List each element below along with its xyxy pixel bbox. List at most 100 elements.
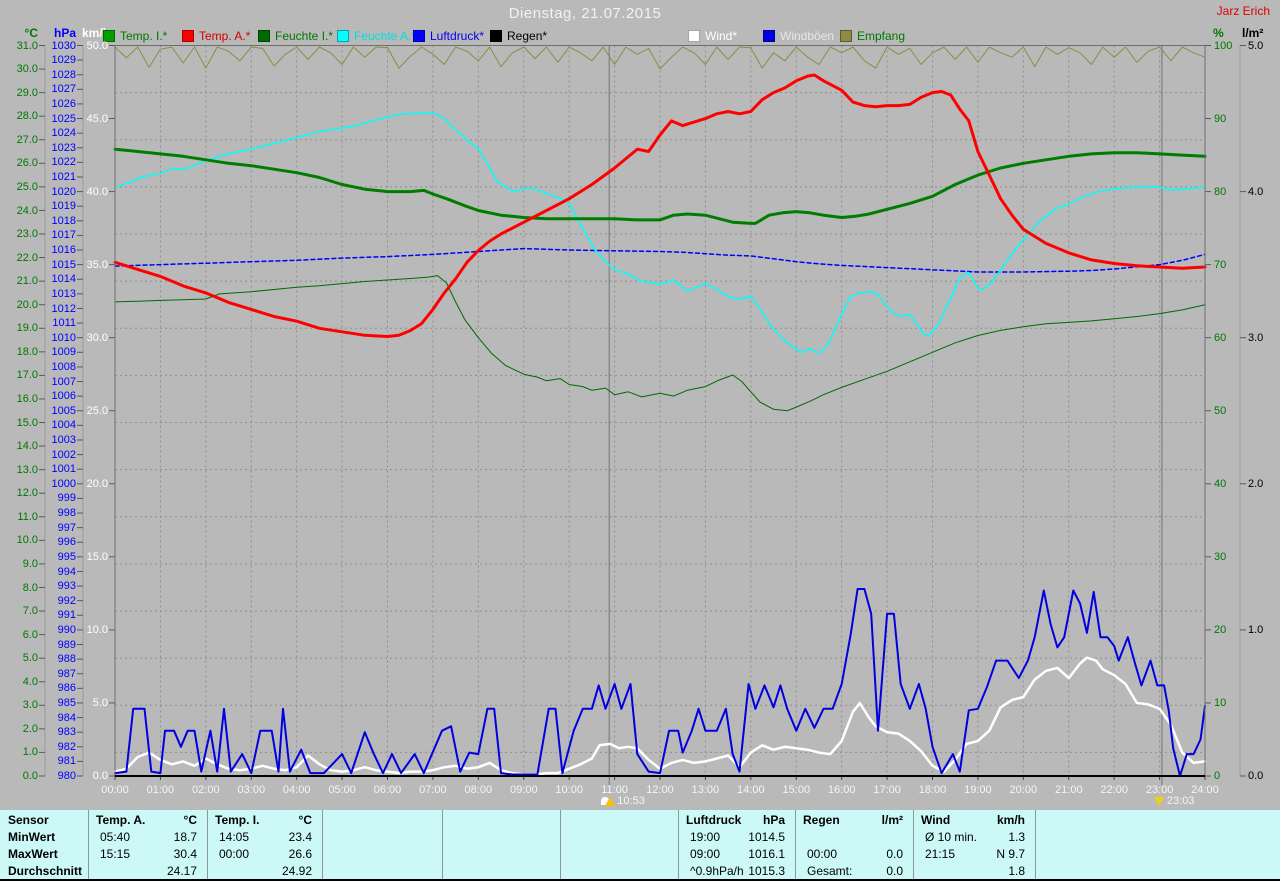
- x-tick-label: 10:00: [555, 784, 583, 796]
- legend-item-windb-en[interactable]: Windböen: [763, 29, 834, 43]
- weather-chart-app: Dienstag, 21.07.2015 Jarz Erich °C hPa km/…: [0, 0, 1280, 881]
- tick-label-temp: 0.0: [22, 770, 38, 782]
- legend-item-feuchte-i-[interactable]: Feuchte I.*: [258, 29, 333, 43]
- tick-label-speed: 40.0: [86, 185, 108, 198]
- tick-label-percent: 40: [1214, 477, 1227, 490]
- table-cell-value: 18.7: [173, 830, 197, 844]
- table-divider: [1035, 810, 1036, 879]
- legend-item-regen-[interactable]: Regen*: [490, 29, 547, 43]
- table-cell-value: 30.4: [173, 847, 197, 861]
- x-tick-label: 14:00: [737, 784, 765, 796]
- tick-label-temp: 26.0: [16, 157, 38, 170]
- x-tick-label: 12:00: [646, 784, 674, 796]
- tick-label-temp: 16.0: [16, 393, 38, 405]
- table-divider: [88, 810, 89, 879]
- tick-label-temp: 27.0: [16, 133, 38, 146]
- x-tick-label: 01:00: [146, 784, 175, 796]
- tick-label-percent: 70: [1214, 258, 1227, 271]
- table-cell-value: 0.0: [886, 847, 903, 861]
- x-tick-label: 06:00: [373, 784, 402, 796]
- legend-label: Empfang: [857, 29, 906, 43]
- tick-label-pressure: 1003: [51, 434, 76, 446]
- table-cell-value: 0.0: [886, 864, 903, 878]
- table-divider: [795, 810, 796, 879]
- chart-plot[interactable]: [0, 0, 1280, 810]
- table-cell-value: N 9.7: [996, 847, 1025, 861]
- legend-item-wind-[interactable]: Wind*: [688, 29, 737, 43]
- x-tick-label: 02:00: [192, 784, 220, 796]
- marker-time-label: 23:03: [1166, 795, 1195, 807]
- legend-label: Feuchte A.*: [354, 29, 417, 43]
- legend-label: Regen*: [507, 29, 548, 43]
- tick-label-speed: 25.0: [86, 404, 108, 417]
- tick-label-speed: 10.0: [86, 623, 108, 636]
- axis-unit-pressure: hPa: [53, 26, 76, 40]
- tick-label-pressure: 1025: [51, 112, 76, 125]
- table-cell-value: 24.92: [281, 864, 312, 878]
- axis-unit-rain: l/m²: [1242, 26, 1264, 40]
- tick-label-pressure: 997: [57, 521, 76, 534]
- tick-label-pressure: 1028: [51, 68, 76, 81]
- tick-label-temp: 9.0: [22, 557, 38, 570]
- legend-item-temp-a-[interactable]: Temp. A.*: [182, 29, 250, 43]
- legend-label: Windböen: [780, 29, 835, 43]
- tick-label-pressure: 1018: [51, 214, 76, 227]
- marker-10-53: 10:53: [601, 795, 645, 807]
- tick-label-pressure: 986: [57, 682, 76, 695]
- legend-label: Temp. A.*: [199, 29, 251, 43]
- tick-label-percent: 10: [1214, 697, 1227, 709]
- tick-label-rain: 4.0: [1248, 185, 1264, 198]
- legend-item-feuchte-a-[interactable]: Feuchte A.*: [337, 29, 416, 43]
- legend-item-empfang[interactable]: Empfang: [840, 29, 905, 43]
- tick-label-pressure: 1022: [51, 156, 76, 169]
- table-divider: [913, 810, 914, 879]
- table-divider: [560, 810, 561, 879]
- legend-swatch-icon: [413, 30, 425, 42]
- tick-label-pressure: 1021: [51, 171, 76, 183]
- tick-label-pressure: 1013: [51, 287, 76, 300]
- x-tick-label: 20:00: [1009, 784, 1038, 796]
- x-tick-label: 22:00: [1100, 784, 1128, 796]
- tick-label-temp: 20.0: [16, 298, 38, 311]
- table-col-unit: l/m²: [881, 813, 903, 827]
- table-cell-value: 1014.5: [748, 830, 785, 844]
- table-col-unit: hPa: [762, 813, 785, 827]
- tick-label-rain: 5.0: [1248, 39, 1264, 52]
- tick-label-percent: 50: [1214, 404, 1227, 417]
- legend-swatch-icon: [840, 30, 852, 42]
- tick-label-pressure: 1020: [51, 185, 76, 198]
- tick-label-temp: 8.0: [22, 581, 38, 594]
- tick-label-pressure: 996: [57, 536, 76, 549]
- tick-label-temp: 11.0: [17, 510, 38, 523]
- x-tick-label: 16:00: [827, 784, 856, 796]
- tick-label-temp: 28.0: [16, 110, 38, 123]
- tick-label-temp: 3.0: [22, 699, 38, 712]
- x-tick-label: 17:00: [873, 784, 901, 796]
- tick-label-pressure: 983: [57, 726, 76, 739]
- table-row-label: MaxWert: [8, 847, 58, 861]
- tick-label-speed: 0.0: [92, 770, 108, 782]
- tick-label-temp: 14.0: [16, 440, 38, 453]
- tick-label-pressure: 1008: [51, 360, 76, 373]
- legend-item-temp-i-[interactable]: Temp. I.*: [103, 29, 167, 43]
- x-tick-label: 07:00: [419, 784, 447, 796]
- legend-swatch-icon: [182, 30, 194, 42]
- tick-label-pressure: 980: [57, 770, 76, 782]
- marker-23-03: 23:03: [1153, 795, 1195, 807]
- x-tick-label: 21:00: [1055, 784, 1083, 796]
- x-tick-label: 04:00: [282, 784, 311, 796]
- tick-label-temp: 19.0: [16, 322, 38, 335]
- x-tick-label: 19:00: [964, 784, 992, 796]
- tick-label-rain: 0.0: [1248, 770, 1264, 782]
- tick-label-pressure: 995: [57, 550, 76, 563]
- table-divider: [207, 810, 208, 879]
- tick-label-pressure: 1017: [51, 229, 76, 242]
- table-divider: [442, 810, 443, 879]
- tick-label-pressure: 1016: [51, 244, 76, 256]
- tick-label-rain: 3.0: [1248, 331, 1264, 344]
- tick-label-temp: 25.0: [16, 180, 38, 193]
- axis-unit-percent: %: [1213, 26, 1224, 40]
- tick-label-temp: 18.0: [16, 345, 38, 358]
- legend-item-luftdruck-[interactable]: Luftdruck*: [413, 29, 484, 43]
- tick-label-pressure: 1001: [51, 463, 76, 476]
